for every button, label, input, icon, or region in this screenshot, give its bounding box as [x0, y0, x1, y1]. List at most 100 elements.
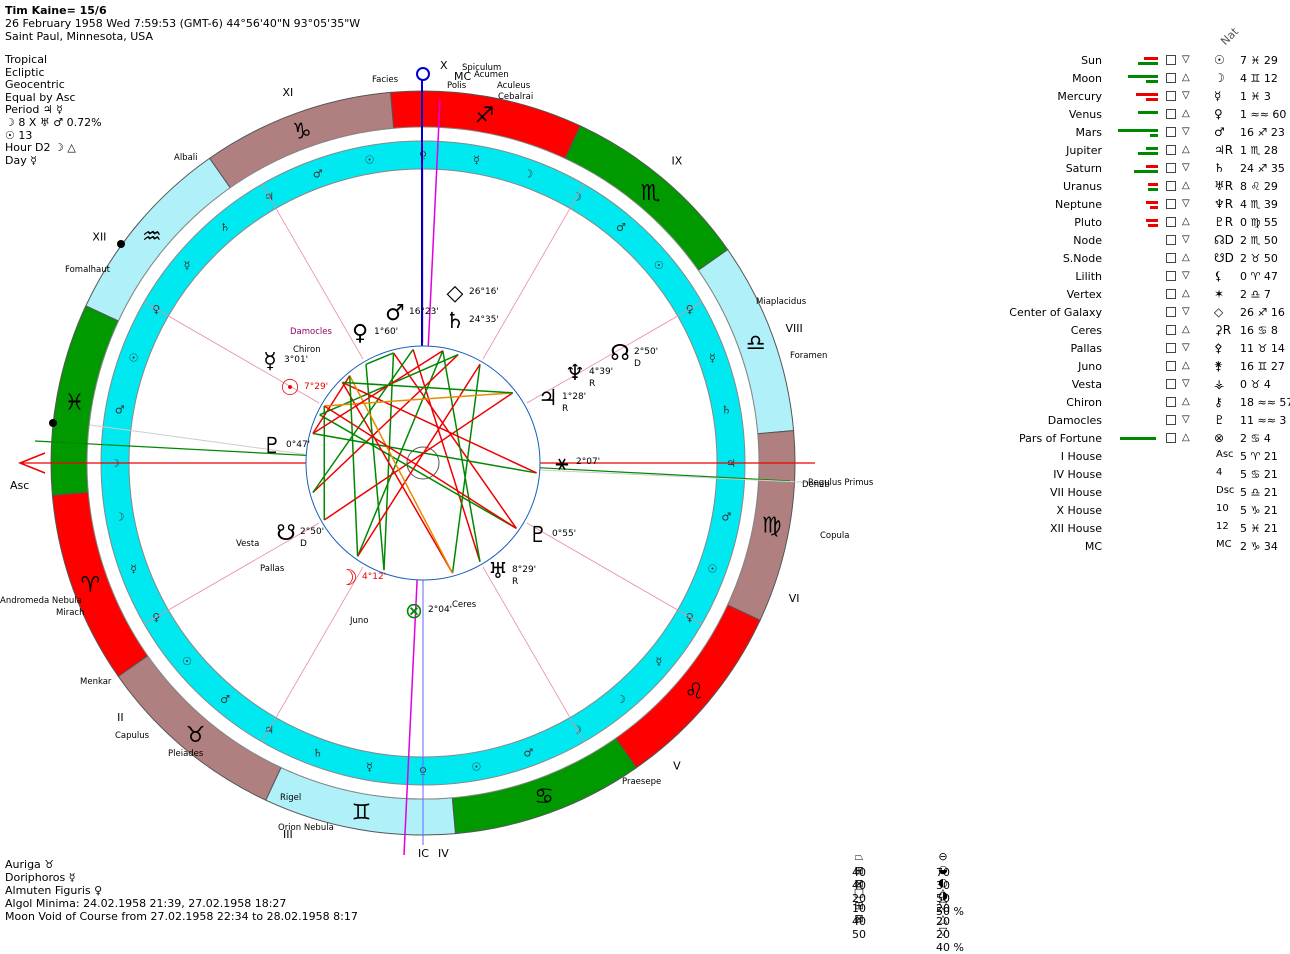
planet-glyph-12: ♅ — [488, 559, 508, 584]
planet-retro-7: R — [589, 379, 595, 389]
strength-bar — [1150, 206, 1158, 209]
planet-row-pluto[interactable]: Pluto △ ♇R 0 ♍ 55 — [990, 215, 1290, 233]
planet-row-vesta[interactable]: Vesta ▽ ⚶ 0 ♉ 4 — [990, 377, 1290, 395]
planet-glyph-9: ♃ — [538, 386, 558, 411]
planet-row-lilith[interactable]: Lilith ▽ ⚸ 0 ♈ 47 — [990, 269, 1290, 287]
planet-row-node[interactable]: Node ▽ ☊D 2 ♏ 50 — [990, 233, 1290, 251]
planet-glyph: ☊D — [1214, 233, 1234, 247]
quality-values-2: 104050 — [852, 902, 866, 941]
planet-glyph: ☉ — [1214, 53, 1225, 67]
planet-row-vertex[interactable]: Vertex △ ✶ 2 ♎ 7 — [990, 287, 1290, 305]
decanate-glyph: ♀ — [686, 611, 694, 624]
strength-bar — [1146, 219, 1158, 222]
planet-row-pallas[interactable]: Pallas ▽ ⚴ 11 ♉ 14 — [990, 341, 1290, 359]
quality-box — [1166, 217, 1176, 227]
planet-name: XII House — [1050, 522, 1102, 535]
fixed-star-label: Acumen — [474, 70, 509, 80]
planet-retro-13: D — [300, 539, 307, 549]
decanate-glyph: ♄ — [220, 221, 230, 234]
quality-box — [1166, 343, 1176, 353]
part-marker — [117, 240, 125, 248]
natal-chart-wheel[interactable]: ♓♒♑♐♏♎♍♌♋♊♉♈☽♂☉♀☿♄♃♂☉♀☿☽☽♂☉♀☿♄♃♂☉♀☿☽☽♂☉♀… — [0, 0, 1000, 925]
planet-row-vii-house[interactable]: VII House Dsc 5 ♎ 21 — [990, 485, 1290, 503]
planet-glyph-11: ♇ — [528, 523, 548, 548]
planet-position: 11 ≈≈ 3 — [1240, 414, 1287, 427]
planet-row-iv-house[interactable]: IV House 4 5 ♋ 21 — [990, 467, 1290, 485]
decanate-glyph: ♂ — [721, 510, 731, 523]
planet-glyph: ♇R — [1214, 215, 1234, 229]
sign-glyph-1: ♒ — [142, 224, 162, 249]
planet-position: 16 ♐ 23 — [1240, 126, 1285, 139]
planet-position: 11 ♉ 14 — [1240, 342, 1285, 355]
planet-row-saturn[interactable]: Saturn ▽ ♄ 24 ♐ 35 — [990, 161, 1290, 179]
planet-name: Damocles — [1047, 414, 1102, 427]
planet-retro-9: R — [562, 404, 568, 414]
planet-row-venus[interactable]: Venus △ ♀ 1 ≈≈ 60 — [990, 107, 1290, 125]
planet-glyph-15: ⊗ — [405, 599, 423, 624]
planet-glyph: ⚴ — [1214, 341, 1223, 355]
fixed-star-label: Facies — [372, 75, 399, 85]
aspect-values: 20202040 % — [936, 902, 964, 954]
planet-row-juno[interactable]: Juno △ ⚵ 16 ♊ 27 — [990, 359, 1290, 377]
fixed-star-label: Miaplacidus — [756, 297, 807, 307]
planet-glyph-4: ☿ — [263, 349, 277, 374]
planet-glyph: 10 — [1216, 503, 1229, 514]
planet-degree-8: 2°50' — [634, 347, 658, 357]
planet-row-moon[interactable]: Moon △ ☽ 4 ♊ 12 — [990, 71, 1290, 89]
planet-row-ceres[interactable]: Ceres △ ⚳R 16 ♋ 8 — [990, 323, 1290, 341]
planet-name: Pluto — [1074, 216, 1102, 229]
planet-position: 26 ♐ 16 — [1240, 306, 1285, 319]
element-triangle: △ — [1182, 108, 1190, 119]
element-triangle: ▽ — [1182, 54, 1190, 65]
planet-row-mercury[interactable]: Mercury ▽ ☿ 1 ♓ 3 — [990, 89, 1290, 107]
planet-row-s-node[interactable]: S.Node △ ☋D 2 ♉ 50 — [990, 251, 1290, 269]
planet-name: Pars of Fortune — [1019, 432, 1102, 445]
planet-name: Pallas — [1070, 342, 1102, 355]
planet-glyph-0: ♂ — [385, 301, 405, 326]
quality-box — [1166, 307, 1176, 317]
fixed-star-label: Praesepe — [622, 777, 661, 787]
planet-glyph: ⚶ — [1214, 377, 1225, 391]
planet-row-uranus[interactable]: Uranus △ ♅R 8 ♌ 29 — [990, 179, 1290, 197]
planet-row-i-house[interactable]: I House Asc 5 ♈ 21 — [990, 449, 1290, 467]
planet-name: Chiron — [1066, 396, 1102, 409]
planet-name: S.Node — [1062, 252, 1102, 265]
planet-name: Ceres — [1070, 324, 1102, 337]
planet-degree-13: 2°50' — [300, 527, 324, 537]
planet-row-jupiter[interactable]: Jupiter △ ♃R 1 ♏ 28 — [990, 143, 1290, 161]
planet-row-mars[interactable]: Mars ▽ ♂ 16 ♐ 23 — [990, 125, 1290, 143]
planet-row-damocles[interactable]: Damocles ▽ ♇ 11 ≈≈ 3 — [990, 413, 1290, 431]
planet-glyph: ♄ — [1214, 161, 1225, 175]
planet-glyph: Dsc — [1216, 485, 1235, 496]
planet-row-x-house[interactable]: X House 10 5 ♑ 21 — [990, 503, 1290, 521]
strength-bar — [1148, 183, 1158, 186]
planet-glyph: ⚳R — [1214, 323, 1232, 337]
planet-position: 4 ♏ 39 — [1240, 198, 1278, 211]
planet-position: 18 ≈≈ 57 — [1240, 396, 1290, 409]
element-triangle: ▽ — [1182, 378, 1190, 389]
planet-row-xii-house[interactable]: XII House 12 5 ♓ 21 — [990, 521, 1290, 539]
decanate-glyph: ♄ — [721, 404, 731, 417]
planet-row-center-of-galaxy[interactable]: Center of Galaxy ▽ ◇ 26 ♐ 16 — [990, 305, 1290, 323]
planet-degree-0: 16°23' — [409, 307, 439, 317]
planet-position: 1 ♓ 3 — [1240, 90, 1271, 103]
planet-row-pars-of-fortune[interactable]: Pars of Fortune △ ⊗ 2 ♋ 4 — [990, 431, 1290, 449]
quality-box — [1166, 199, 1176, 209]
axis-label: IV — [438, 847, 449, 860]
planet-row-sun[interactable]: Sun ▽ ☉ 7 ♓ 29 — [990, 53, 1290, 71]
planet-position: 2 ♋ 4 — [1240, 432, 1271, 445]
planet-row-mc[interactable]: MC MC 2 ♑ 34 — [990, 539, 1290, 557]
fixed-star-label: Rigel — [280, 793, 301, 803]
fixed-star-label: Copula — [820, 531, 850, 541]
quality-box — [1166, 325, 1176, 335]
planet-position: 7 ♓ 29 — [1240, 54, 1278, 67]
planet-row-neptune[interactable]: Neptune ▽ ♆R 4 ♏ 39 — [990, 197, 1290, 215]
planet-row-chiron[interactable]: Chiron △ ⚷ 18 ≈≈ 57 — [990, 395, 1290, 413]
planet-name: Neptune — [1054, 198, 1102, 211]
planet-glyph: 12 — [1216, 521, 1229, 532]
fixed-star-label: Orion Nebula — [278, 823, 334, 833]
footer-auriga: Auriga ♉ — [5, 858, 55, 871]
nat-column-label: Nat — [1218, 25, 1242, 48]
sign-glyph-2: ♑ — [292, 119, 312, 144]
decanate-glyph: ☉ — [654, 259, 664, 272]
